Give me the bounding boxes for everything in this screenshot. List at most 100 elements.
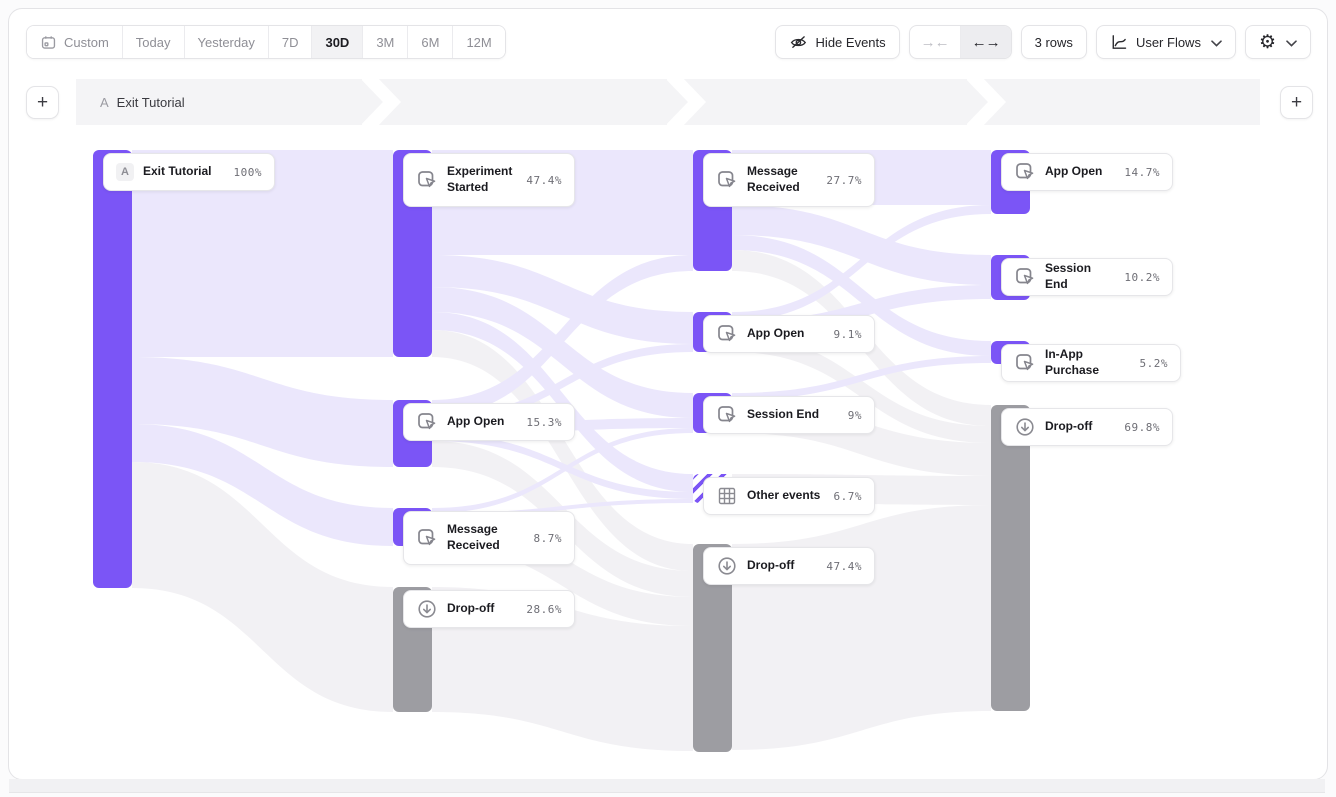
- flow-node-card-drop-off-4[interactable]: Drop-off 69.8%: [1001, 408, 1173, 446]
- flow-node-card-session-end-3[interactable]: Session End 9%: [703, 396, 875, 434]
- node-percentage: 15.3%: [526, 416, 562, 429]
- column-spacing-control: →← ←→: [909, 25, 1012, 59]
- rows-button[interactable]: 3 rows: [1021, 25, 1087, 59]
- flow-header-band: A Exit Tutorial: [76, 79, 1260, 125]
- gear-icon: ⚙: [1259, 33, 1276, 52]
- settings-dropdown[interactable]: ⚙: [1245, 25, 1311, 59]
- node-label: App Open: [747, 326, 804, 342]
- event-cursor-icon: [716, 323, 738, 345]
- flow-node-card-other-events-3[interactable]: Other events 6.7%: [703, 477, 875, 515]
- event-badge: A: [100, 95, 109, 110]
- step-separator-chevron: [667, 79, 707, 125]
- chevron-down-icon: [1286, 35, 1297, 50]
- expand-columns-button[interactable]: ←→: [961, 26, 1011, 58]
- node-label: App Open: [447, 414, 504, 430]
- node-percentage: 69.8%: [1124, 421, 1160, 434]
- chevron-down-icon: [1211, 35, 1222, 50]
- node-label: Other events: [747, 488, 820, 504]
- date-range-label: Custom: [64, 35, 109, 50]
- node-label: Message Received: [447, 522, 525, 554]
- flow-step-title: Exit Tutorial: [117, 95, 185, 110]
- hide-events-button[interactable]: Hide Events: [775, 25, 900, 59]
- date-range-label: 12M: [466, 35, 491, 50]
- node-label: App Open: [1045, 164, 1102, 180]
- chart-icon: [1110, 33, 1128, 51]
- date-range-label: 7D: [282, 35, 299, 50]
- node-percentage: 47.4%: [826, 560, 862, 573]
- flow-node-card-app-open-4[interactable]: App Open14.7%: [1001, 153, 1173, 191]
- date-range-12m[interactable]: 12M: [453, 26, 504, 58]
- flow-node-card-in-app-purchase-4[interactable]: In-App Purchase 5.2%: [1001, 344, 1181, 382]
- date-range-control: Custom Today Yesterday 7D 30D 3M 6M 12M: [26, 25, 506, 59]
- event-cursor-icon: [716, 404, 738, 426]
- sankey-bar-exit-tutorial[interactable]: [93, 150, 132, 588]
- step-separator-chevron: [362, 79, 402, 125]
- date-range-label: 6M: [421, 35, 439, 50]
- node-label: In-App Purchase: [1045, 347, 1131, 379]
- sankey-bar-drop-off-4[interactable]: [991, 405, 1030, 711]
- drop-off-arrow-icon: [416, 598, 438, 620]
- date-range-3m[interactable]: 3M: [363, 26, 408, 58]
- node-label: Drop-off: [747, 558, 794, 574]
- page-bottom-strip: [9, 779, 1325, 793]
- rows-label: 3 rows: [1035, 35, 1073, 50]
- node-label: Session End: [747, 407, 819, 423]
- event-cursor-icon: [1014, 352, 1036, 374]
- flow-node-card-drop-off-3[interactable]: Drop-off 47.4%: [703, 547, 875, 585]
- node-percentage: 8.7%: [534, 532, 563, 545]
- node-label: Exit Tutorial: [143, 164, 211, 180]
- node-percentage: 47.4%: [526, 174, 562, 187]
- toolbar-right: Hide Events →← ←→ 3 rows User Flows ⚙: [775, 25, 1311, 59]
- eye-off-icon: [789, 33, 808, 52]
- flow-node-card-app-open-2[interactable]: App Open 15.3%: [403, 403, 575, 441]
- add-step-left-button[interactable]: +: [26, 86, 59, 119]
- event-cursor-icon: [716, 169, 738, 191]
- node-percentage: 28.6%: [526, 603, 562, 616]
- node-label: Message Received: [747, 164, 817, 196]
- drop-off-arrow-icon: [1014, 416, 1036, 438]
- flow-node-card-exit-tutorial[interactable]: A Exit Tutorial 100%: [103, 153, 275, 191]
- date-range-7d[interactable]: 7D: [269, 26, 313, 58]
- view-selector-label: User Flows: [1136, 35, 1201, 50]
- event-cursor-icon: [416, 527, 438, 549]
- flow-step-label[interactable]: A Exit Tutorial: [100, 79, 185, 125]
- flow-node-card-experiment-started[interactable]: Experiment Started 47.4%: [403, 153, 575, 207]
- node-percentage: 10.2%: [1124, 271, 1160, 284]
- event-cursor-icon: [416, 169, 438, 191]
- node-percentage: 9.1%: [834, 328, 863, 341]
- flow-node-card-message-received-3[interactable]: Message Received 27.7%: [703, 153, 875, 207]
- event-cursor-icon: [416, 411, 438, 433]
- hide-events-label: Hide Events: [816, 35, 886, 50]
- add-step-right-button[interactable]: +: [1280, 86, 1313, 119]
- date-range-today[interactable]: Today: [123, 26, 185, 58]
- node-percentage: 9%: [848, 409, 862, 422]
- event-cursor-icon: [1014, 266, 1036, 288]
- node-label: Drop-off: [1045, 419, 1092, 435]
- flow-node-card-drop-off-2[interactable]: Drop-off 28.6%: [403, 590, 575, 628]
- date-range-label: 30D: [325, 35, 349, 50]
- flow-node-card-app-open-3[interactable]: App Open 9.1%: [703, 315, 875, 353]
- flow-node-card-session-end-4[interactable]: Session End 10.2%: [1001, 258, 1173, 296]
- date-range-label: Today: [136, 35, 171, 50]
- drop-off-arrow-icon: [716, 555, 738, 577]
- node-percentage: 100%: [234, 166, 263, 179]
- event-badge: A: [116, 163, 134, 181]
- other-events-grid-icon: [716, 485, 738, 507]
- node-label: Session End: [1045, 261, 1115, 293]
- date-range-6m[interactable]: 6M: [408, 26, 453, 58]
- date-range-custom[interactable]: Custom: [27, 26, 123, 58]
- node-label: Drop-off: [447, 601, 494, 617]
- date-range-yesterday[interactable]: Yesterday: [185, 26, 269, 58]
- collapse-columns-button[interactable]: →←: [910, 26, 961, 58]
- node-percentage: 6.7%: [834, 490, 863, 503]
- date-range-30d[interactable]: 30D: [312, 26, 363, 58]
- date-range-label: Yesterday: [198, 35, 255, 50]
- node-percentage: 27.7%: [826, 174, 862, 187]
- flow-node-card-message-received-2[interactable]: Message Received 8.7%: [403, 511, 575, 565]
- node-percentage: 5.2%: [1140, 357, 1169, 370]
- date-range-label: 3M: [376, 35, 394, 50]
- node-label: Experiment Started: [447, 164, 517, 196]
- view-selector-dropdown[interactable]: User Flows: [1096, 25, 1236, 59]
- step-separator-chevron: [967, 79, 1007, 125]
- event-cursor-icon: [1014, 161, 1036, 183]
